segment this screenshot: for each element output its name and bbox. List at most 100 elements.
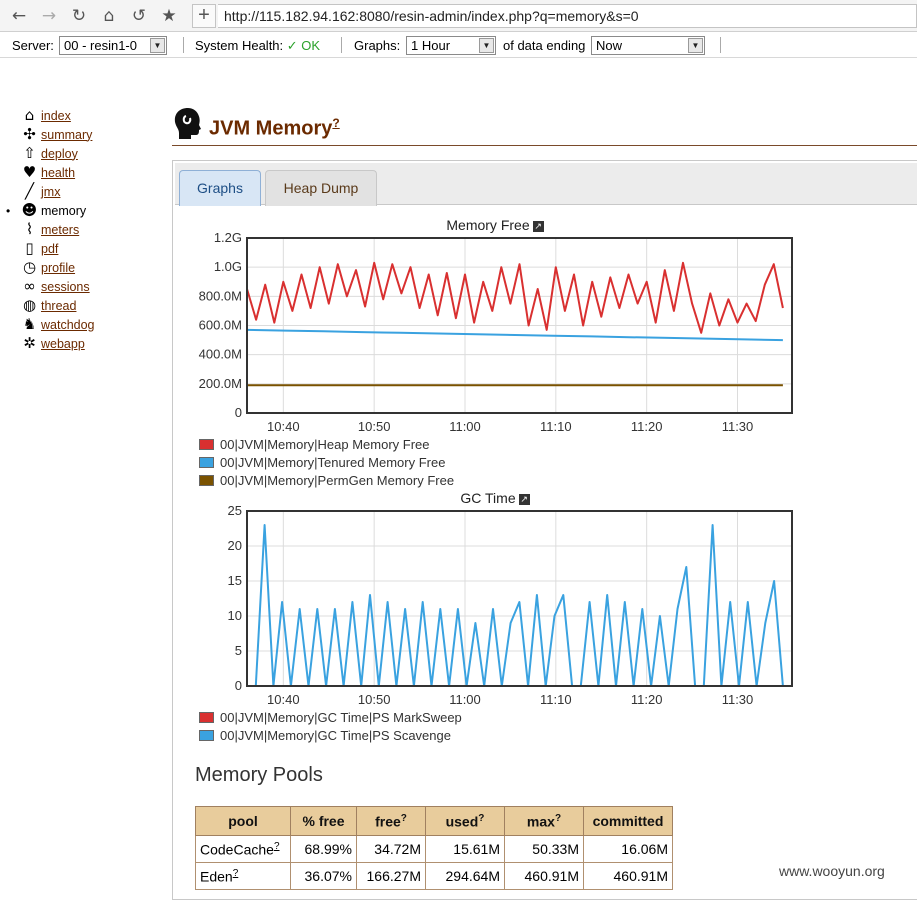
- sidebar-item-meters[interactable]: ⌇ meters: [21, 220, 79, 239]
- forward-icon[interactable]: →: [38, 5, 60, 27]
- popout-icon[interactable]: ↗: [532, 221, 544, 232]
- sidebar-item-label[interactable]: index: [41, 109, 71, 123]
- sidebar-item-label[interactable]: webapp: [41, 337, 85, 351]
- sidebar-item-deploy[interactable]: ⇧ deploy: [21, 144, 78, 163]
- document-icon: ▯: [25, 239, 34, 257]
- sidebar-item-label[interactable]: pdf: [41, 242, 58, 256]
- legend-label: 00|JVM|Memory|Tenured Memory Free: [220, 454, 446, 470]
- back-icon[interactable]: ←: [8, 5, 30, 27]
- sidebar-item-label[interactable]: thread: [41, 299, 76, 313]
- column-header-label: max: [526, 813, 555, 830]
- table-cell: 166.27M: [356, 862, 426, 890]
- pool-name: CodeCache: [200, 841, 274, 858]
- help-link[interactable]: ?: [274, 841, 280, 852]
- health-label: System Health:: [195, 38, 284, 53]
- server-select[interactable]: 00 - resin1-0 ▼: [59, 36, 167, 55]
- address-bar[interactable]: http://115.182.94.162:8080/resin-admin/i…: [218, 4, 917, 28]
- sidebar-item-label[interactable]: deploy: [41, 147, 78, 161]
- chart-title-text: Memory Free: [446, 217, 530, 233]
- head-icon: ☻: [21, 201, 38, 219]
- reload-icon[interactable]: ↻: [68, 5, 90, 27]
- dropdown-arrow-icon[interactable]: ▼: [688, 38, 703, 53]
- sidebar-item-sessions[interactable]: ∞ sessions: [21, 277, 90, 296]
- ending-select-value: Now: [596, 38, 623, 53]
- dropdown-arrow-icon[interactable]: ▼: [479, 38, 494, 53]
- bookmark-star-icon[interactable]: ★: [158, 5, 180, 27]
- sidebar-item-label[interactable]: sessions: [41, 280, 90, 294]
- sidebar-item-watchdog[interactable]: ♞ watchdog: [21, 315, 95, 334]
- sidebar-item-pdf[interactable]: ▯ pdf: [21, 239, 58, 258]
- sidebar-item-jmx[interactable]: ╱ jmx: [21, 182, 60, 201]
- memory-free-chart-title: Memory Free ↗: [380, 217, 610, 233]
- x-tick-label: 10:40: [267, 692, 300, 707]
- column-header: max?: [504, 806, 584, 836]
- head-icon: [174, 108, 201, 139]
- sidebar-item-label[interactable]: profile: [41, 261, 75, 275]
- graphs-period-select[interactable]: 1 Hour ▼: [406, 36, 496, 55]
- x-tick-label: 11:20: [631, 419, 663, 434]
- legend-label: 00|JVM|Memory|GC Time|PS MarkSweep: [220, 709, 462, 725]
- help-link[interactable]: ?: [555, 813, 561, 824]
- y-tick-label: 25: [228, 505, 242, 518]
- home-icon[interactable]: ⌂: [98, 5, 120, 27]
- y-tick-label: 0: [235, 678, 242, 693]
- legend-item: 00|JVM|Memory|Heap Memory Free: [199, 436, 430, 452]
- legend-item: 00|JVM|Memory|PermGen Memory Free: [199, 472, 454, 488]
- column-header-label: committed: [592, 813, 664, 829]
- sidebar-item-health[interactable]: ♥ health: [21, 163, 75, 182]
- help-link[interactable]: ?: [478, 813, 484, 824]
- sidebar-item-summary[interactable]: ✣ summary: [21, 125, 92, 144]
- page-title-text: JVM Memory: [209, 117, 333, 140]
- web-icon: ✲: [23, 334, 36, 352]
- health-status: ✓ OK: [286, 38, 321, 53]
- table-cell: 460.91M: [583, 862, 673, 890]
- sidebar-item-label[interactable]: watchdog: [41, 318, 95, 332]
- table-cell: 50.33M: [504, 835, 584, 863]
- current-bullet: •: [6, 204, 11, 218]
- column-header-label: used: [445, 813, 479, 830]
- sidebar-item-index[interactable]: ⌂ index: [21, 106, 71, 125]
- divider: [720, 37, 721, 53]
- house-icon: ⌂: [24, 106, 35, 124]
- sidebar-item-profile[interactable]: ◷ profile: [21, 258, 75, 277]
- legend-swatch: [199, 711, 214, 723]
- sidebar-item-thread[interactable]: ◍ thread: [21, 296, 77, 315]
- sidebar-item-label[interactable]: memory: [41, 204, 86, 218]
- sidebar-item-label[interactable]: summary: [41, 128, 92, 142]
- x-tick-label: 11:00: [449, 419, 481, 434]
- new-tab-button[interactable]: +: [192, 4, 216, 28]
- table-row: CodeCache? 68.99% 34.72M 15.61M 50.33M 1…: [195, 835, 673, 863]
- undo-icon[interactable]: ↺: [128, 5, 150, 27]
- popout-icon[interactable]: ↗: [518, 494, 530, 505]
- browser-toolbar: ← → ↻ ⌂ ↺ ★ + http://115.182.94.162:8080…: [0, 0, 917, 32]
- x-tick-label: 11:20: [631, 692, 663, 707]
- help-link[interactable]: ?: [332, 116, 339, 130]
- legend-swatch: [199, 438, 214, 450]
- pool-name: Eden: [200, 868, 233, 885]
- sidebar-item-label[interactable]: jmx: [41, 185, 60, 199]
- sidebar-item-label[interactable]: health: [41, 166, 75, 180]
- tab-heap-dump[interactable]: Heap Dump: [265, 170, 377, 206]
- tab-graphs[interactable]: Graphs: [179, 170, 261, 206]
- sidebar-item-webapp[interactable]: ✲ webapp: [21, 334, 85, 353]
- x-tick-label: 10:40: [267, 419, 300, 434]
- legend-label: 00|JVM|Memory|GC Time|PS Scavenge: [220, 727, 451, 743]
- chart-title-text: GC Time: [460, 490, 516, 506]
- chain-icon: ∞: [23, 277, 36, 295]
- help-link[interactable]: ?: [233, 868, 239, 879]
- x-tick-label: 11:30: [722, 419, 754, 434]
- table-cell: 15.61M: [425, 835, 505, 863]
- y-tick-label: 800.0M: [199, 288, 242, 303]
- y-tick-label: 10: [228, 608, 242, 623]
- sidebar-item-memory[interactable]: • ☻ memory: [6, 201, 86, 220]
- legend-label: 00|JVM|Memory|PermGen Memory Free: [220, 472, 455, 488]
- system-health: System Health: ✓ OK: [195, 38, 320, 54]
- dropdown-arrow-icon[interactable]: ▼: [150, 38, 165, 53]
- graphs-period-value: 1 Hour: [411, 38, 451, 53]
- y-tick-label: 200.0M: [199, 376, 242, 391]
- sidebar-item-label[interactable]: meters: [41, 223, 79, 237]
- help-link[interactable]: ?: [401, 813, 407, 824]
- ending-select[interactable]: Now ▼: [591, 36, 705, 55]
- page-header: JVM Memory?: [172, 104, 917, 146]
- x-tick-label: 11:10: [540, 419, 572, 434]
